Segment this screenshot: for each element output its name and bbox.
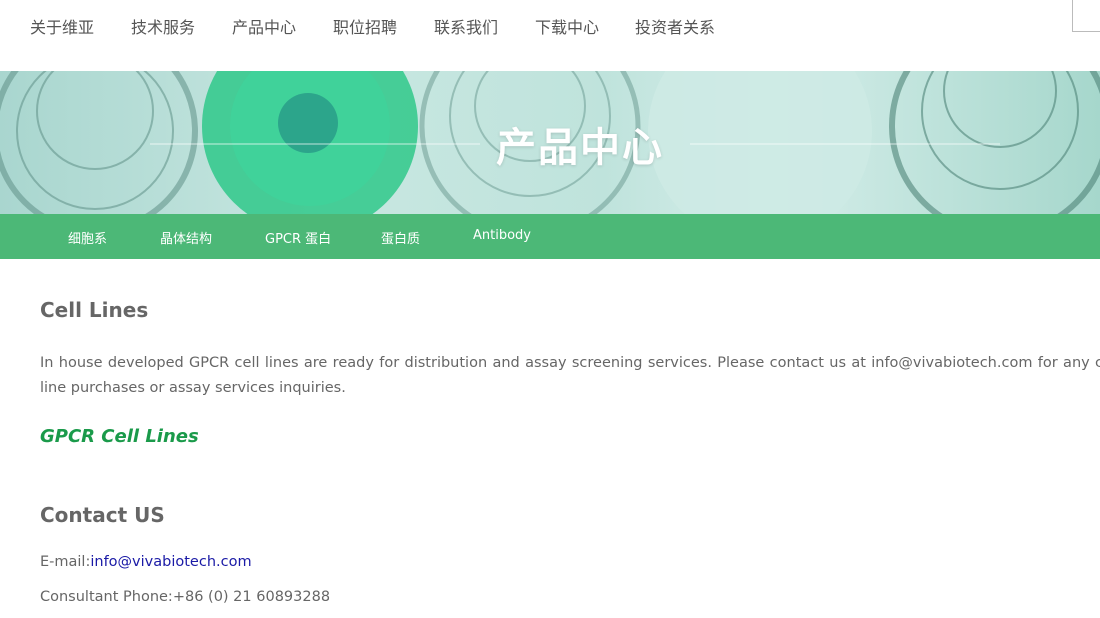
email-line: E-mail:info@vivabiotech.com	[40, 554, 252, 570]
sub-nav-cell-lines[interactable]: 细胞系	[68, 228, 107, 247]
sub-nav-protein[interactable]: 蛋白质	[381, 228, 420, 247]
sub-nav-crystal-structure[interactable]: 晶体结构	[160, 228, 212, 247]
sub-nav-gpcr-protein[interactable]: GPCR 蛋白	[265, 228, 331, 247]
nav-item-downloads[interactable]: 下载中心	[535, 14, 599, 38]
nav-item-about[interactable]: 关于维亚	[30, 14, 94, 38]
product-sub-navigation: 细胞系 晶体结构 GPCR 蛋白 蛋白质 Antibody	[0, 214, 1100, 259]
hero-banner: 产品中心	[0, 71, 1100, 214]
phone-value: +86 (0) 21 60893288	[172, 589, 331, 605]
cell-lines-description: In house developed GPCR cell lines are r…	[40, 355, 1100, 396]
nav-item-careers[interactable]: 职位招聘	[333, 14, 397, 38]
nav-item-contact[interactable]: 联系我们	[434, 14, 498, 38]
gpcr-cell-lines-link[interactable]: GPCR Cell Lines	[40, 426, 199, 447]
email-label: E-mail:	[40, 554, 91, 570]
nav-item-investors[interactable]: 投资者关系	[635, 14, 715, 38]
cell-lines-heading: Cell Lines	[40, 298, 149, 322]
phone-label: Consultant Phone:	[40, 589, 173, 605]
email-link[interactable]: info@vivabiotech.com	[90, 554, 251, 570]
phone-line: Consultant Phone:+86 (0) 21 60893288	[40, 589, 330, 605]
nav-item-tech-services[interactable]: 技术服务	[131, 14, 195, 38]
sub-nav-antibody[interactable]: Antibody	[473, 228, 531, 243]
nav-item-products[interactable]: 产品中心	[232, 14, 296, 38]
banner-title: 产品中心	[496, 125, 664, 171]
top-navigation: 关于维亚 技术服务 产品中心 职位招聘 联系我们 下载中心 投资者关系	[0, 0, 1100, 71]
contact-heading: Contact US	[40, 503, 165, 527]
search-toggle-box[interactable]	[1072, 0, 1100, 32]
